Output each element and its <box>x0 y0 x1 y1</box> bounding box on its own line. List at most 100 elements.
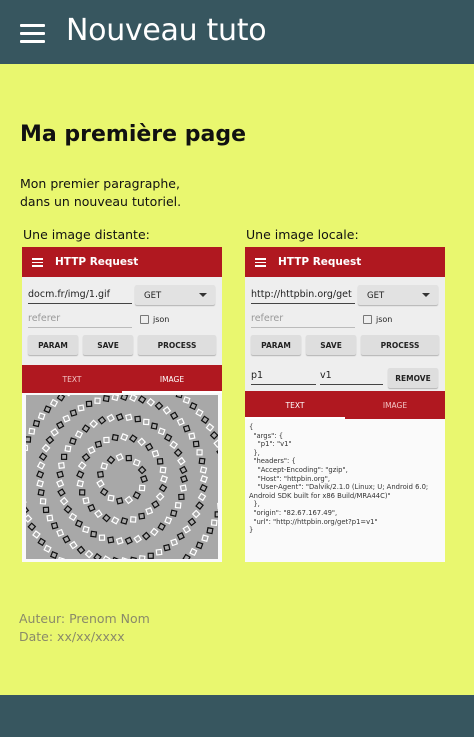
json-label: json <box>376 315 393 324</box>
illusion-square <box>137 465 147 475</box>
illusion-square <box>155 548 163 556</box>
illusion-square <box>99 487 109 497</box>
illusion-square <box>120 557 129 559</box>
illusion-square <box>27 522 37 532</box>
illusion-square <box>151 500 160 509</box>
illusion-square <box>138 512 146 520</box>
illusion-square <box>56 395 66 402</box>
illusion-square <box>59 496 69 506</box>
illusion-square <box>82 497 90 505</box>
illusion-square <box>182 396 191 405</box>
illusion-square <box>129 395 138 402</box>
response-body: { "args": { "p1": "v1" }, "headers": { "… <box>249 423 429 535</box>
illusion-square <box>189 547 198 557</box>
illusion-square <box>188 432 196 440</box>
illusion-square <box>150 422 158 430</box>
phone-app-title: HTTP Request <box>278 256 362 268</box>
illusion-square <box>115 452 124 462</box>
illusion-square <box>28 427 36 435</box>
param-button: PARAM <box>28 335 78 355</box>
tab-text: TEXT <box>62 374 82 384</box>
paragraph-line: dans un nouveau tutoriel. <box>20 194 182 209</box>
illusion-graphic <box>26 395 218 559</box>
illusion-square <box>26 514 33 523</box>
illusion-square <box>100 462 109 470</box>
illusion-square <box>177 456 186 466</box>
dropdown-arrow-icon <box>422 293 430 297</box>
illusion-square <box>125 413 133 422</box>
illusion-square <box>133 534 142 544</box>
illusion-square <box>106 455 116 465</box>
illusion-square <box>32 530 41 539</box>
illusion-square <box>115 413 124 422</box>
illusion-square <box>102 513 111 523</box>
illusion-square <box>195 408 204 417</box>
illusion-square <box>76 479 84 488</box>
bottom-bar <box>0 695 474 737</box>
illusion-square <box>64 395 73 397</box>
illusion-square <box>36 470 45 479</box>
illusion-square <box>98 534 106 541</box>
illusion-square <box>41 443 51 453</box>
menu-icon <box>32 258 43 267</box>
illusion-square <box>46 514 54 522</box>
illusion-square <box>74 519 84 528</box>
illusion-square <box>26 444 29 452</box>
illusion-square <box>160 475 168 483</box>
illusion-square <box>162 406 172 415</box>
illusion-square <box>159 466 167 474</box>
param-button: PARAM <box>251 335 301 355</box>
illusion-square <box>192 440 200 448</box>
illusion-square <box>163 543 171 552</box>
illusion-square <box>102 555 111 559</box>
menu-icon[interactable] <box>20 24 45 43</box>
illusion-square <box>96 479 105 488</box>
illusion-square <box>144 442 154 452</box>
illusion-square <box>68 512 78 522</box>
illusion-square <box>69 540 78 550</box>
illusion-square <box>60 453 68 461</box>
illusion-square <box>120 395 129 402</box>
illusion-square <box>170 538 179 547</box>
dropdown-arrow-icon <box>199 293 207 297</box>
illusion-square <box>154 401 164 411</box>
illusion-square <box>187 517 197 527</box>
illusion-square <box>137 395 147 404</box>
illusion-square <box>79 489 86 496</box>
illusion-square <box>37 537 46 547</box>
illusion-square <box>158 483 168 493</box>
illusion-square <box>210 519 218 527</box>
method-value: GET <box>367 291 385 301</box>
tab-text: TEXT <box>245 391 345 419</box>
illusion-square <box>97 415 107 425</box>
illusion-square <box>195 501 204 510</box>
illusion-square <box>87 445 96 455</box>
illusion-square <box>77 404 85 412</box>
illusion-square <box>164 516 173 525</box>
illusion-square <box>81 424 91 433</box>
illusion-square <box>85 400 93 408</box>
illusion-square <box>90 530 98 538</box>
process-button: PROCESS <box>138 335 216 355</box>
illusion-square <box>216 447 218 457</box>
illusion-square <box>140 475 148 483</box>
author-line: Auteur: Prenom Nom <box>19 611 150 626</box>
illusion-square <box>50 521 59 530</box>
optical-illusion-image <box>26 395 218 559</box>
illusion-square <box>198 457 206 465</box>
date-line: Date: xx/xx/xxxx <box>19 629 125 644</box>
illusion-square <box>69 409 78 417</box>
illusion-square <box>36 479 44 488</box>
illusion-square <box>199 466 208 474</box>
illusion-square <box>178 493 185 501</box>
illusion-square <box>197 492 207 502</box>
illusion-square <box>26 436 32 443</box>
illusion-square <box>107 494 115 502</box>
illusion-square <box>195 541 204 550</box>
illusion-square <box>180 475 188 483</box>
menu-icon <box>255 258 266 267</box>
illusion-square <box>111 556 120 559</box>
illusion-square <box>81 452 91 462</box>
illusion-square <box>57 488 66 497</box>
illusion-square <box>145 507 154 515</box>
